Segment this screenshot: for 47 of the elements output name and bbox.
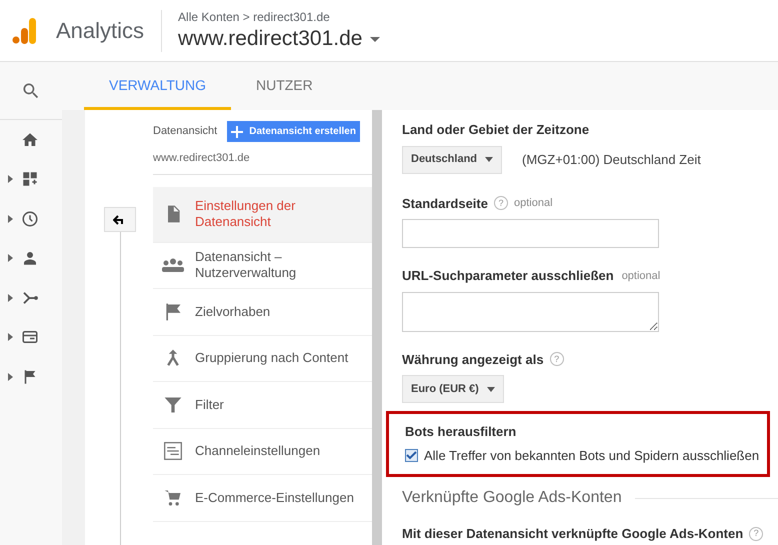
breadcrumb[interactable]: Alle Konten > redirect301.de bbox=[178, 8, 380, 26]
default-page-field[interactable] bbox=[402, 219, 659, 248]
back-button[interactable] bbox=[104, 207, 136, 232]
dashboard-icon[interactable] bbox=[21, 170, 39, 188]
field-label: Land oder Gebiet der Zeitzone bbox=[402, 121, 590, 139]
funnel-icon bbox=[163, 394, 183, 415]
clock-icon[interactable] bbox=[21, 210, 39, 228]
cart-icon bbox=[163, 488, 183, 508]
expand-arrow-icon[interactable] bbox=[8, 254, 13, 262]
search-icon[interactable] bbox=[21, 80, 41, 100]
field-label: Bots herausfiltern bbox=[405, 423, 518, 441]
expand-arrow-icon[interactable] bbox=[8, 175, 13, 184]
expand-arrow-icon[interactable] bbox=[8, 214, 13, 223]
settings-nav-item[interactable]: Gruppierung nach Content bbox=[153, 336, 372, 382]
section-title: Verknüpfte Google Ads-Konten bbox=[402, 488, 622, 508]
dropdown[interactable]: Deutschland bbox=[402, 146, 502, 174]
url-params-field[interactable] bbox=[402, 292, 659, 332]
view-label: Datenansicht bbox=[153, 124, 218, 140]
person-icon[interactable] bbox=[21, 249, 39, 268]
create-view-button[interactable]: Datenansicht erstellen bbox=[227, 121, 360, 142]
checkmark-icon bbox=[406, 450, 417, 460]
property-selector[interactable]: www.redirect301.de bbox=[178, 26, 380, 53]
expand-arrow-icon[interactable] bbox=[8, 294, 13, 302]
expand-arrow-icon[interactable] bbox=[8, 372, 13, 381]
field-label: Währung angezeigt als bbox=[402, 350, 544, 369]
field-label: URL-Suchparameter ausschließen bbox=[402, 267, 614, 285]
analytics-logo-icon bbox=[12, 18, 36, 44]
optional-hint: optional bbox=[622, 268, 660, 284]
field-label: Mit dieser Datenansicht verknüpfte Google Ads-Konten bbox=[402, 525, 744, 543]
product-name: Analytics bbox=[56, 17, 144, 45]
home-icon[interactable] bbox=[21, 130, 39, 149]
checkbox-label[interactable]: Alle Treffer von bekannten Bots und Spidern ausschließen bbox=[424, 446, 760, 465]
expand-arrow-icon[interactable] bbox=[8, 333, 13, 342]
settings-nav-item[interactable]: Datenansicht – Nutzerverwaltung bbox=[153, 242, 372, 289]
caret-icon bbox=[485, 157, 494, 162]
optional-hint: optional bbox=[514, 196, 553, 211]
scrollbar[interactable] bbox=[372, 110, 382, 545]
checkbox[interactable] bbox=[405, 448, 418, 462]
field-label: Standardseite bbox=[402, 194, 488, 212]
caret-icon bbox=[370, 37, 380, 42]
caret-icon bbox=[486, 386, 495, 392]
settings-nav-item[interactable]: Channeleinstellungen bbox=[153, 428, 372, 475]
plus-icon bbox=[231, 126, 244, 138]
tab[interactable]: NUTZER bbox=[230, 62, 338, 110]
timezone-text: (MGZ+01:00) Deutschland Zeit bbox=[522, 150, 701, 169]
settings-nav-item[interactable]: Einstellungen der Datenansicht bbox=[153, 186, 372, 242]
dropdown[interactable]: Euro (EUR €) bbox=[402, 375, 504, 403]
